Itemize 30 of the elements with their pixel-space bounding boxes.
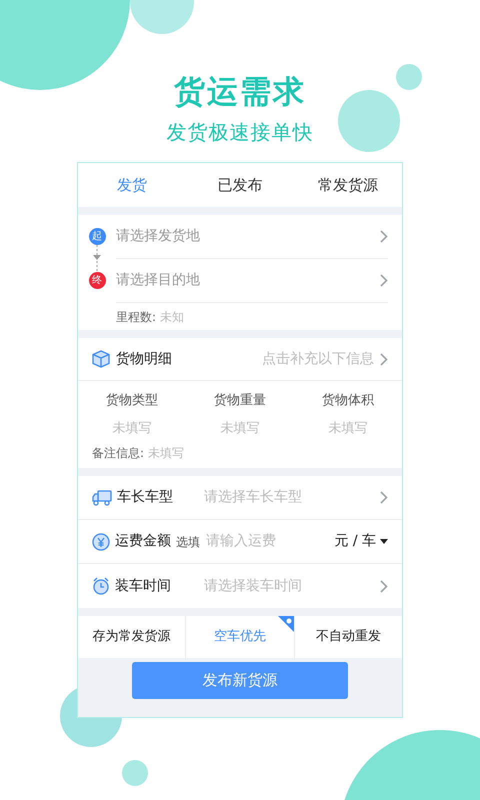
- goods-attribute-label: 货物类型: [106, 392, 158, 410]
- distance-label: 里程数:: [116, 308, 156, 326]
- goods-attribute-value: 未填写: [328, 420, 368, 438]
- tab[interactable]: 已发布: [186, 163, 294, 207]
- select-row[interactable]: 车长车型 请选择车长车型: [78, 476, 402, 520]
- goods-attribute-value: 未填写: [220, 420, 260, 438]
- option-toggle[interactable]: 不自动重发: [294, 616, 402, 658]
- field-label: 运费金额: [115, 532, 171, 551]
- end-badge: 终: [88, 272, 106, 289]
- select-placeholder: 请选择装车时间: [204, 576, 303, 596]
- unit-dropdown[interactable]: 元 / 车: [334, 531, 388, 552]
- goods-attribute-label: 货物体积: [322, 392, 374, 410]
- optional-tag: 选填: [176, 532, 200, 550]
- distance-value: 未知: [160, 308, 184, 326]
- select-placeholder: 请选择车长车型: [204, 488, 303, 507]
- subtitle: 发货极速接单快: [166, 119, 314, 146]
- field-label: 车长车型: [117, 488, 173, 507]
- note-label: 备注信息:: [92, 445, 144, 462]
- field-label: 装车时间: [115, 576, 171, 596]
- goods-attribute-label: 货物重量: [214, 392, 266, 410]
- headline: 货运需求: [174, 73, 306, 112]
- select-row[interactable]: 装车时间 请选择装车时间: [78, 564, 402, 608]
- freight-input[interactable]: 请输入运费: [206, 531, 334, 552]
- tab[interactable]: 常发货源: [294, 163, 402, 207]
- start-badge: 起: [88, 228, 106, 245]
- goods-detail-row[interactable]: 货物明细 点击补充以下信息: [78, 338, 402, 381]
- goods-attribute-value: 未填写: [112, 420, 152, 438]
- option-toggle[interactable]: 存为常发货源: [78, 616, 186, 658]
- note-value: 未填写: [148, 445, 184, 462]
- freight-input-row[interactable]: 运费金额 选填 请输入运费 元 / 车: [78, 520, 402, 564]
